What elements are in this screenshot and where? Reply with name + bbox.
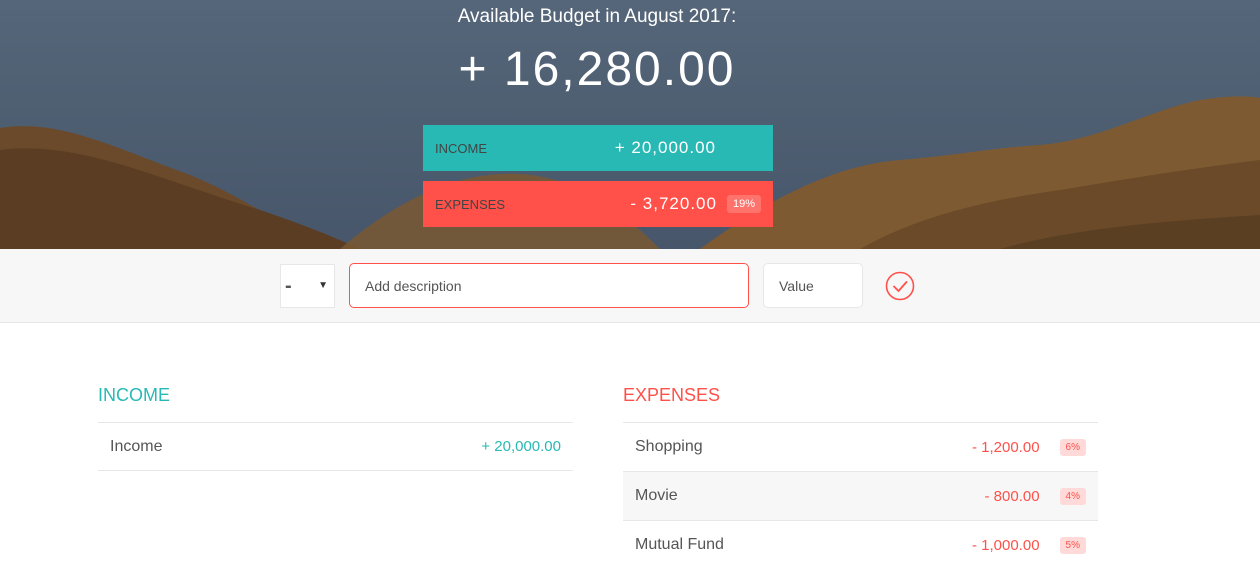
add-item-bar: - ▼: [0, 249, 1260, 323]
expenses-summary-label: Expenses: [435, 196, 506, 212]
caret-down-icon: ▼: [318, 280, 328, 291]
description-input[interactable]: [349, 263, 749, 308]
expense-item-description: Movie: [635, 487, 678, 504]
expense-item[interactable]: Mutual Fund - 1,000.00 5%: [623, 520, 1098, 568]
expense-item-percentage: 6%: [1059, 438, 1086, 456]
type-select-value: -: [285, 275, 292, 297]
expenses-list: Shopping - 1,200.00 6% Movie - 800.00 4%…: [623, 422, 1098, 568]
expense-item-value: - 1,000.00: [971, 536, 1040, 554]
expense-item[interactable]: Movie - 800.00 4%: [623, 471, 1098, 520]
expense-item-description: Mutual Fund: [635, 536, 724, 553]
type-select[interactable]: - ▼: [280, 264, 335, 308]
budget-title: Available Budget in August 2017:: [457, 6, 737, 27]
budget-value: + 16,280.00: [458, 43, 736, 96]
income-item-description: Income: [110, 437, 163, 455]
add-button[interactable]: [885, 271, 915, 301]
expense-item-description: Shopping: [635, 438, 703, 455]
expenses-summary-percentage: 19%: [726, 195, 761, 213]
expenses-summary-amount: - 3,720.00: [630, 194, 717, 213]
income-summary: Income + 20,000.00: [423, 125, 773, 171]
income-summary-amount: + 20,000.00: [614, 138, 716, 157]
income-list-title: Income: [98, 385, 170, 405]
budget-header: Available Budget in August 2017: + 16,28…: [0, 0, 1260, 249]
check-circle-icon: [885, 271, 915, 301]
expenses-summary: Expenses - 3,720.00 19%: [423, 181, 773, 227]
expenses-list-title: Expenses: [623, 385, 721, 405]
income-summary-label: Income: [435, 140, 487, 156]
income-item[interactable]: Income + 20,000.00: [98, 422, 573, 471]
expense-item-value: - 800.00: [984, 487, 1040, 505]
income-item-value: + 20,000.00: [481, 438, 561, 455]
expense-item-value: - 1,200.00: [971, 438, 1040, 456]
expense-item-percentage: 5%: [1059, 536, 1086, 554]
income-list: Income + 20,000.00: [98, 422, 573, 471]
value-input[interactable]: [763, 263, 863, 308]
expense-item-percentage: 4%: [1059, 487, 1086, 505]
expense-item[interactable]: Shopping - 1,200.00 6%: [623, 422, 1098, 471]
